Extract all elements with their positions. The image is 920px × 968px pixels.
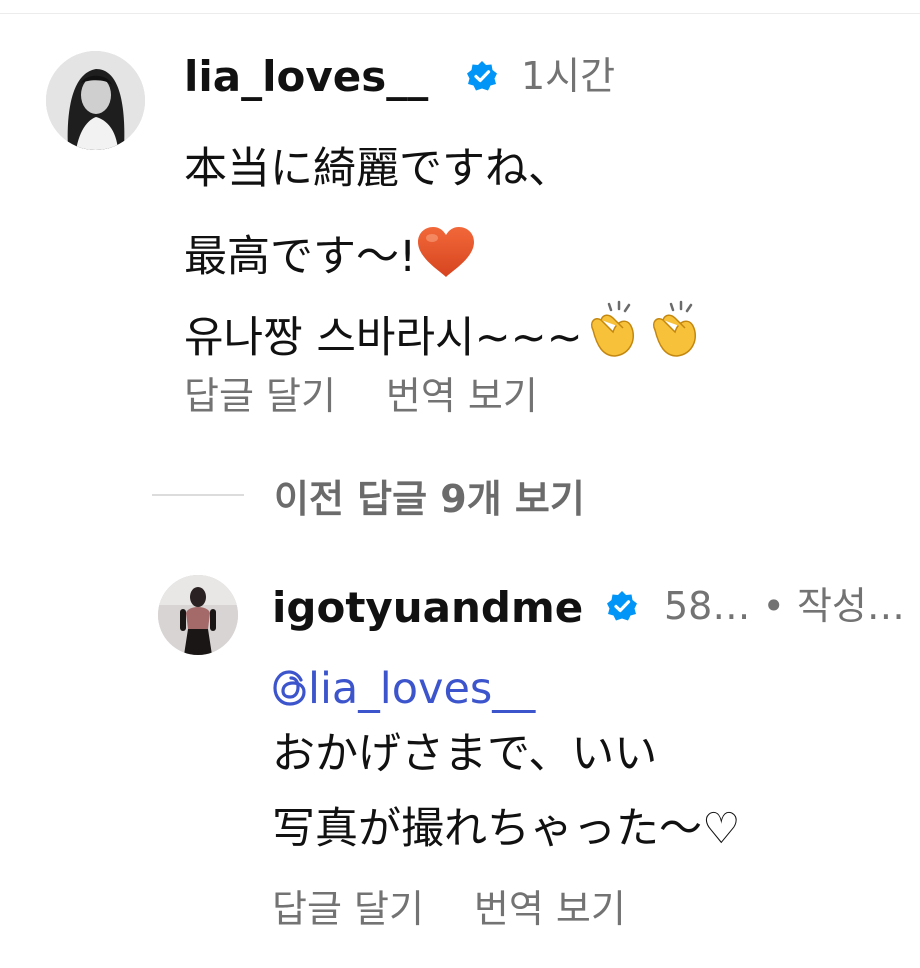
mention-link[interactable]: lia_loves__: [272, 668, 535, 711]
avatar[interactable]: [158, 575, 238, 655]
comment-actions: 답글 달기 번역 보기: [184, 377, 538, 415]
comment-actions: 답글 달기 번역 보기: [272, 890, 626, 928]
avatar-photo: [158, 575, 238, 655]
comment-line: 最高です〜!: [184, 225, 476, 287]
translate-button[interactable]: 번역 보기: [386, 374, 538, 418]
comment-username[interactable]: lia_loves__: [184, 56, 428, 98]
comment-line-text: 最高です〜!: [184, 232, 417, 282]
comment-line: おかげさまで、いい: [272, 729, 658, 779]
comment-line-text: 유나짱 스바라시~~~: [184, 313, 583, 363]
view-replies-toggle[interactable]: 이전 답글 9개 보기: [152, 473, 585, 521]
reply-button[interactable]: 답글 달기: [184, 374, 336, 418]
comment-line: 写真が撮れちゃった〜♡: [272, 804, 741, 854]
avatar-photo: [46, 51, 145, 150]
clapping-hands-icon: [645, 300, 707, 368]
comment-username[interactable]: igotyuandme: [272, 587, 583, 629]
top-divider: [0, 13, 920, 14]
replies-divider: [152, 494, 244, 496]
heart-icon: [416, 225, 476, 287]
clapping-hands-icon: [583, 300, 645, 368]
threads-icon: [273, 670, 306, 706]
view-replies-label[interactable]: 이전 답글 9개 보기: [274, 468, 585, 523]
comment-meta: 58… • 작성…: [664, 587, 916, 625]
reply-button[interactable]: 답글 달기: [272, 887, 424, 931]
verified-badge-icon: [467, 61, 497, 91]
avatar[interactable]: [46, 51, 145, 150]
translate-button[interactable]: 번역 보기: [474, 887, 626, 931]
verified-badge-icon: [607, 591, 637, 621]
author-label: • 작성…: [762, 587, 905, 625]
comment-time: 58…: [664, 587, 751, 625]
comment-time: 1시간: [521, 54, 616, 98]
mention-username[interactable]: lia_loves__: [308, 664, 535, 714]
comment-line: 유나짱 스바라시~~~: [184, 300, 707, 368]
comment-line: 本当に綺麗ですね、: [184, 144, 571, 194]
